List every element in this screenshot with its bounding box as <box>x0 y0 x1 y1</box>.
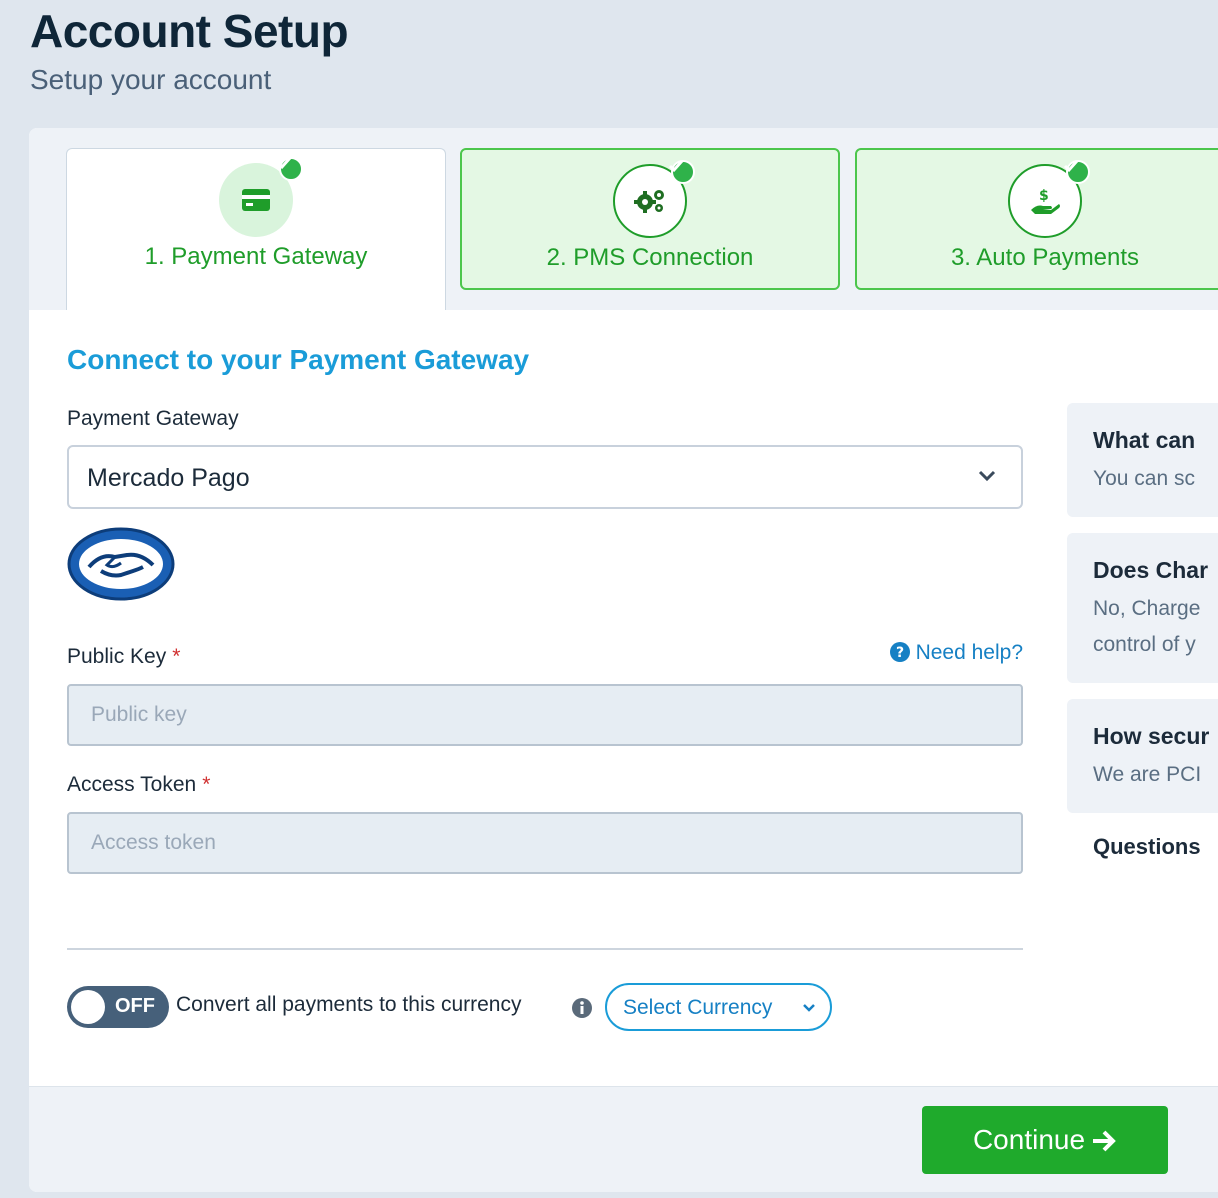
public-key-input[interactable] <box>67 684 1023 746</box>
faq-answer: control of y <box>1093 633 1196 656</box>
required-marker: * <box>172 645 181 668</box>
chevron-down-icon <box>803 1004 815 1012</box>
step-label: 3. Auto Payments <box>950 244 1140 271</box>
section-title: Connect to your Payment Gateway <box>67 344 530 375</box>
toggle-knob <box>71 990 105 1024</box>
payment-gateway-select[interactable]: Mercado Pago <box>67 445 1023 509</box>
info-icon[interactable] <box>571 997 593 1019</box>
question-circle-icon: ? <box>889 642 910 662</box>
faq-question: Does Char <box>1093 557 1209 583</box>
faq-answer: No, Charge <box>1093 597 1201 620</box>
currency-conversion-toggle[interactable]: OFF <box>67 986 169 1028</box>
faq-item[interactable]: What can You can sc <box>1067 403 1218 517</box>
divider <box>67 948 1023 950</box>
step-auto-payments[interactable]: $ 3. Auto Payments <box>855 148 1218 290</box>
step-bar: 1. Payment Gateway 2. PMS Connection $ 3… <box>29 128 1218 310</box>
access-token-input[interactable] <box>67 812 1023 874</box>
step-pms-connection[interactable]: 2. PMS Connection <box>460 148 840 290</box>
public-key-label: Public Key * <box>67 645 180 669</box>
credit-card-icon <box>242 189 270 211</box>
public-key-label-text: Public Key <box>67 645 167 668</box>
step-label: 1. Payment Gateway <box>144 243 368 270</box>
footer-bar: Continue <box>29 1086 1218 1192</box>
check-icon <box>668 160 695 184</box>
faq-answer: You can sc <box>1093 467 1195 490</box>
check-icon <box>276 157 303 181</box>
select-currency-dropdown[interactable]: Select Currency <box>605 983 832 1031</box>
arrow-right-icon <box>1093 1130 1116 1152</box>
svg-text:?: ? <box>896 645 904 661</box>
chevron-down-icon <box>978 470 996 482</box>
svg-text:$: $ <box>1039 188 1049 204</box>
convert-currency-label: Convert all payments to this currency <box>176 993 522 1016</box>
setup-card: 1. Payment Gateway 2. PMS Connection $ 3… <box>29 128 1218 1192</box>
access-token-label-text: Access Token <box>67 773 197 796</box>
access-token-label: Access Token * <box>67 773 210 797</box>
select-currency-label: Select Currency <box>623 996 773 1019</box>
need-help-link[interactable]: ? Need help? <box>889 641 1023 665</box>
page-title: Account Setup <box>30 5 349 57</box>
step-label: 2. PMS Connection <box>546 244 754 271</box>
page-subtitle: Setup your account <box>30 64 272 95</box>
step-icon-circle <box>219 157 303 237</box>
faq-item[interactable]: How secur We are PCI <box>1067 699 1218 813</box>
required-marker: * <box>202 773 211 796</box>
payment-gateway-label: Payment Gateway <box>67 407 239 430</box>
check-icon <box>1063 160 1090 184</box>
gears-icon <box>634 190 664 213</box>
step-icon-circle: $ <box>1008 160 1090 238</box>
faq-item[interactable]: Does Char No, Charge control of y <box>1067 533 1218 683</box>
need-help-text: Need help? <box>915 641 1023 664</box>
questions-heading: Questions <box>1093 834 1201 859</box>
continue-label: Continue <box>972 1124 1086 1155</box>
mercado-pago-logo <box>67 527 175 601</box>
faq-question: What can <box>1093 427 1196 453</box>
toggle-state-text: OFF <box>115 995 155 1017</box>
faq-question: How secur <box>1093 723 1210 749</box>
hand-dollar-icon: $ <box>1031 188 1060 214</box>
faq-answer: We are PCI <box>1093 763 1202 786</box>
continue-button[interactable]: Continue <box>922 1106 1168 1174</box>
step-icon-circle <box>613 160 695 238</box>
step-payment-gateway[interactable]: 1. Payment Gateway <box>66 148 446 310</box>
payment-gateway-value: Mercado Pago <box>87 464 250 492</box>
